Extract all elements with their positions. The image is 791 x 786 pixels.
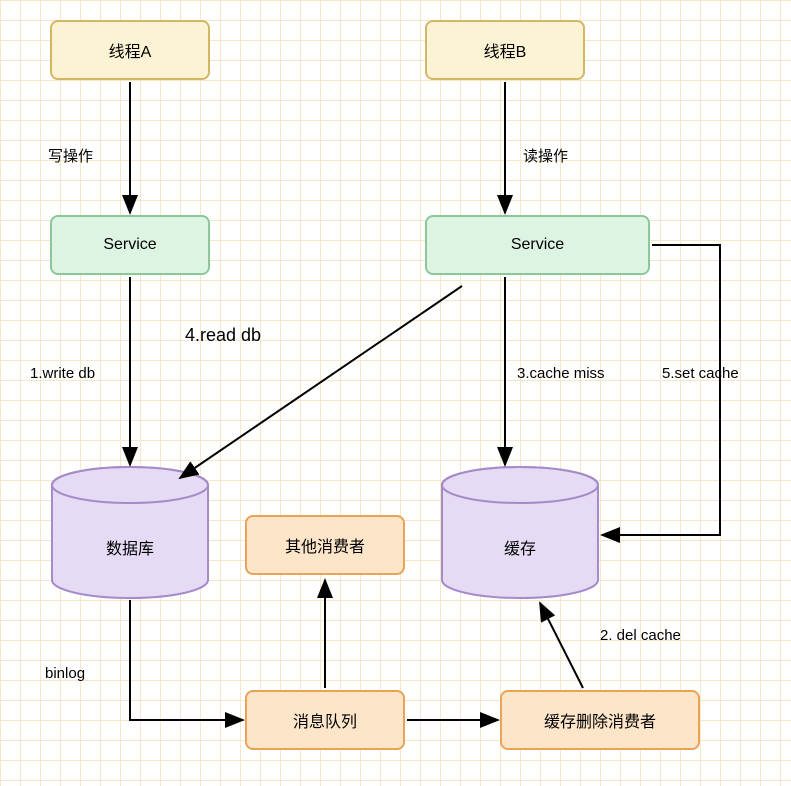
arrow-read-db [180,286,462,478]
edge-read-db-label: 4.read db [185,325,261,346]
edge-cache-miss-label: 3.cache miss [517,365,605,382]
node-thread-a-label: 线程A [109,38,152,62]
arrow-binlog [130,600,243,720]
arrow-del-cache [540,603,583,688]
node-thread-a: 线程A [50,20,210,80]
node-message-queue: 消息队列 [245,690,405,750]
edge-binlog-label: binlog [45,665,85,682]
node-cache: 缓存 [440,465,600,600]
arrows-layer [0,0,791,786]
node-thread-b: 线程B [425,20,585,80]
node-service-b: Service [425,215,650,275]
node-message-queue-label: 消息队列 [293,708,357,732]
edge-set-cache-label: 5.set cache [662,365,739,382]
edge-write-db-label: 1.write db [30,365,95,382]
edge-write-op-label: 写操作 [48,145,93,166]
node-service-a: Service [50,215,210,275]
node-cache-label: 缓存 [504,541,536,558]
edge-read-op-label: 读操作 [523,145,568,166]
arrow-set-cache [602,245,720,535]
node-thread-b-label: 线程B [484,38,527,62]
node-service-a-label: Service [103,236,156,254]
node-cache-delete-consumer: 缓存删除消费者 [500,690,700,750]
node-database: 数据库 [50,465,210,600]
node-other-consumer: 其他消费者 [245,515,405,575]
node-service-b-label: Service [511,236,564,254]
node-cache-delete-consumer-label: 缓存删除消费者 [544,708,656,732]
edge-del-cache-label: 2. del cache [600,627,681,644]
node-database-label: 数据库 [106,541,154,558]
node-other-consumer-label: 其他消费者 [285,533,365,557]
